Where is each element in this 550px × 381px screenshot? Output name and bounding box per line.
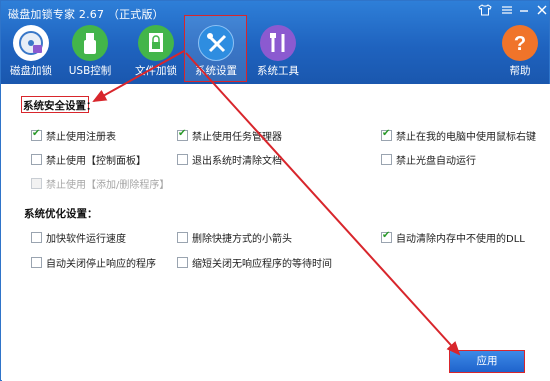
- toolbar-disk-lock[interactable]: 磁盘加锁: [3, 25, 59, 81]
- security-section-title: 系统安全设置：: [23, 100, 97, 112]
- toolbar-label: 文件加锁: [135, 65, 177, 77]
- apply-button[interactable]: 应用: [449, 350, 525, 373]
- security-option[interactable]: 禁止使用任务管理器: [177, 128, 282, 143]
- checkbox[interactable]: [31, 128, 42, 141]
- checkbox: [31, 177, 42, 189]
- optimize-option[interactable]: 自动清除内存中不使用的DLL: [381, 230, 525, 245]
- optimize-option[interactable]: 删除快捷方式的小箭头: [177, 230, 292, 245]
- toolbar-usb-control[interactable]: USB控制: [59, 25, 121, 81]
- optimize-option[interactable]: 加快软件运行速度: [31, 230, 126, 245]
- checkbox[interactable]: [381, 128, 392, 141]
- option-label: 禁止使用注册表: [46, 131, 116, 143]
- disk-lock-icon: [13, 25, 49, 61]
- option-label: 自动关闭停止响应的程序: [46, 258, 156, 270]
- svg-text:?: ?: [514, 33, 526, 55]
- optimize-option[interactable]: 缩短关闭无响应程序的等待时间: [177, 255, 332, 270]
- checkbox[interactable]: [31, 256, 42, 268]
- toolbar-label: 系统工具: [257, 65, 299, 77]
- toolbar-help[interactable]: ? 帮助: [496, 25, 544, 81]
- security-option-disabled: 禁止使用【添加/删除程序】: [31, 176, 170, 191]
- toolbar-label: 磁盘加锁: [10, 65, 52, 77]
- security-option[interactable]: 禁止光盘自动运行: [381, 152, 476, 167]
- app-window: 磁盘加锁专家 2.67 （正式版） 磁盘加锁 USB控制 文件加锁 系统设置 系…: [0, 0, 550, 381]
- header-bar: 磁盘加锁专家 2.67 （正式版） 磁盘加锁 USB控制 文件加锁 系统设置 系…: [1, 1, 549, 84]
- option-label: 禁止使用【控制面板】: [46, 155, 146, 167]
- file-lock-icon: [138, 25, 174, 61]
- usb-icon: [72, 25, 108, 61]
- security-option[interactable]: 禁止在我的电脑中使用鼠标右键: [381, 128, 536, 143]
- checkbox[interactable]: [381, 230, 392, 243]
- close-icon[interactable]: [532, 4, 550, 20]
- security-option[interactable]: 禁止使用注册表: [31, 128, 116, 143]
- optimize-option[interactable]: 自动关闭停止响应的程序: [31, 255, 156, 270]
- option-label: 缩短关闭无响应程序的等待时间: [192, 258, 332, 270]
- option-label: 删除快捷方式的小箭头: [192, 233, 292, 245]
- toolbar-label: USB控制: [68, 65, 112, 77]
- toolbar-file-lock[interactable]: 文件加锁: [125, 25, 187, 81]
- option-label: 禁止光盘自动运行: [396, 155, 476, 167]
- security-option[interactable]: 退出系统时清除文档: [177, 152, 282, 167]
- tools-icon: [260, 25, 296, 61]
- option-label: 禁止使用【添加/删除程序】: [46, 179, 170, 191]
- checkbox[interactable]: [177, 153, 188, 165]
- checkbox[interactable]: [177, 231, 188, 243]
- option-label: 自动清除内存中不使用的DLL: [396, 233, 525, 245]
- checkbox[interactable]: [177, 256, 188, 268]
- wrench-screwdriver-icon: [198, 25, 234, 61]
- security-option[interactable]: 禁止使用【控制面板】: [31, 152, 146, 167]
- checkbox[interactable]: [381, 153, 392, 165]
- minimize-icon[interactable]: [514, 4, 534, 20]
- toolbar-system-settings[interactable]: 系统设置: [185, 25, 247, 81]
- toolbar-label: 系统设置: [195, 65, 237, 77]
- optimize-section-title: 系统优化设置：: [24, 208, 98, 220]
- shirt-icon[interactable]: [475, 4, 495, 20]
- help-icon: ?: [502, 25, 538, 61]
- window-title: 磁盘加锁专家 2.67 （正式版）: [8, 8, 164, 21]
- option-label: 禁止使用任务管理器: [192, 131, 282, 143]
- option-label: 加快软件运行速度: [46, 233, 126, 245]
- option-label: 禁止在我的电脑中使用鼠标右键: [396, 131, 536, 143]
- checkbox[interactable]: [177, 128, 188, 141]
- toolbar-label: 帮助: [509, 65, 531, 77]
- toolbar-system-tools[interactable]: 系统工具: [247, 25, 309, 81]
- checkbox[interactable]: [31, 153, 42, 165]
- checkbox[interactable]: [31, 231, 42, 243]
- option-label: 退出系统时清除文档: [192, 155, 282, 167]
